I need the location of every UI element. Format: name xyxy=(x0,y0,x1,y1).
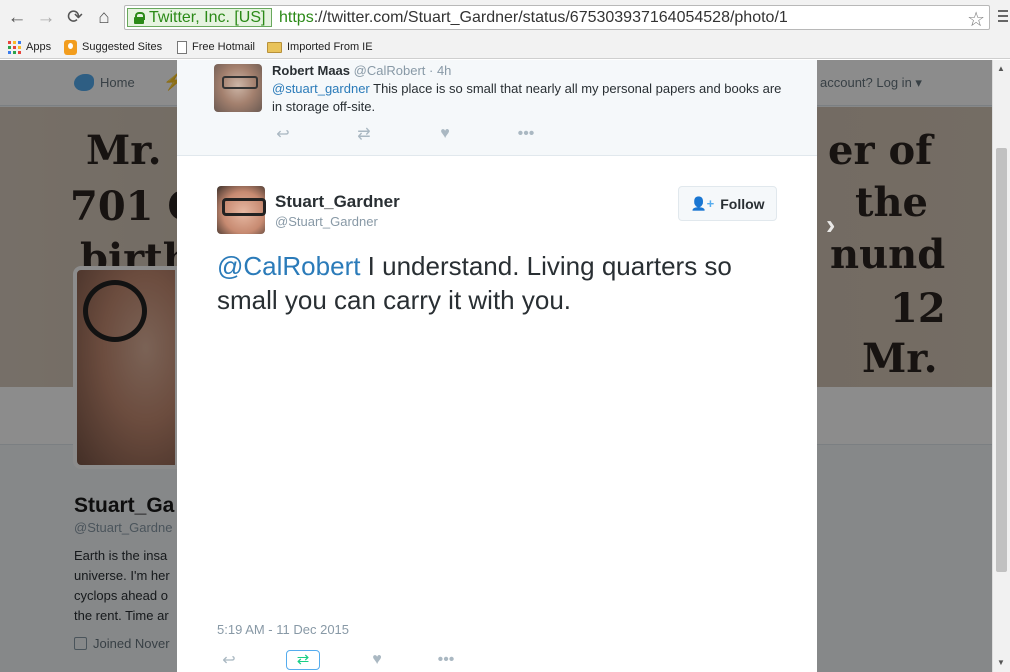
bookmark-label: Free Hotmail xyxy=(192,41,255,53)
folder-icon xyxy=(267,41,282,53)
scroll-down-icon[interactable]: ▼ xyxy=(997,658,1005,667)
like-icon[interactable]: ♥ xyxy=(365,651,389,669)
reply-icon[interactable]: ↩ xyxy=(271,124,295,144)
browser-toolbar: ← → ⟳ ⌂ Twitter, Inc. [US] https://twitt… xyxy=(0,0,1010,36)
lock-icon xyxy=(134,11,145,24)
reply-time[interactable]: · 4h xyxy=(429,63,451,78)
bookmark-label: Suggested Sites xyxy=(82,41,163,53)
scrollbar-thumb[interactable] xyxy=(996,148,1007,572)
back-icon[interactable]: ← xyxy=(5,6,29,30)
bookmark-apps[interactable]: Apps xyxy=(8,39,51,55)
bookmark-suggested-sites[interactable]: Suggested Sites xyxy=(64,39,162,55)
reply-mention-link[interactable]: @stuart_gardner xyxy=(272,81,370,96)
bookmark-imported-from-ie[interactable]: Imported From IE xyxy=(267,39,373,55)
page-scrollbar[interactable]: ▲ ▼ xyxy=(992,60,1010,672)
reply-author-name[interactable]: Robert Maas xyxy=(272,63,350,78)
bulb-icon xyxy=(64,39,77,55)
url-text[interactable]: https://twitter.com/Stuart_Gardner/statu… xyxy=(279,9,788,27)
follow-button[interactable]: 👤+ Follow xyxy=(678,186,777,221)
reply-avatar[interactable] xyxy=(214,64,262,112)
page-icon xyxy=(177,40,187,54)
bookmark-label: Imported From IE xyxy=(287,41,373,53)
home-icon[interactable]: ⌂ xyxy=(92,6,116,30)
tweet-modal: Robert Maas @CalRobert · 4h @stuart_gard… xyxy=(177,60,817,672)
like-icon[interactable]: ♥ xyxy=(433,125,457,143)
reply-text: @stuart_gardner This place is so small t… xyxy=(272,81,782,114)
forward-icon[interactable]: → xyxy=(34,6,58,30)
author-name[interactable]: Stuart_Gardner xyxy=(275,192,400,212)
tweet-mention-link[interactable]: @CalRobert xyxy=(217,251,360,281)
reply-header: Robert Maas @CalRobert · 4h xyxy=(272,63,451,78)
follow-label: Follow xyxy=(720,195,765,212)
chrome-menu-icon[interactable] xyxy=(998,10,1008,24)
reply-author-handle[interactable]: @CalRobert xyxy=(354,63,426,78)
bookmark-free-hotmail[interactable]: Free Hotmail xyxy=(177,39,255,55)
scroll-up-icon[interactable]: ▲ xyxy=(997,64,1005,73)
follow-user-icon: 👤+ xyxy=(690,195,715,211)
reload-icon[interactable]: ⟳ xyxy=(63,6,87,30)
author-handle[interactable]: @Stuart_Gardner xyxy=(275,214,378,229)
apps-icon xyxy=(8,40,21,54)
ev-certificate-badge[interactable]: Twitter, Inc. [US] xyxy=(127,8,273,27)
retweet-icon[interactable]: ⇄ xyxy=(352,124,376,144)
address-bar[interactable]: Twitter, Inc. [US] https://twitter.com/S… xyxy=(124,5,990,32)
reply-icon[interactable]: ↩ xyxy=(217,650,241,670)
reply-actions: ↩ ⇄ ♥ ••• xyxy=(271,124,538,144)
more-icon[interactable]: ••• xyxy=(434,651,458,669)
tweet-timestamp[interactable]: 5:19 AM - 11 Dec 2015 xyxy=(217,622,349,637)
bookmark-star-icon[interactable]: ☆ xyxy=(967,7,985,32)
bookmarks-bar: Apps Suggested Sites Free Hotmail Import… xyxy=(0,36,1010,59)
more-icon[interactable]: ••• xyxy=(514,125,538,143)
next-photo-arrow-icon[interactable]: › xyxy=(826,209,835,241)
tweet-actions: ↩ ⇄ ♥ ••• xyxy=(217,650,458,670)
author-avatar[interactable] xyxy=(217,186,266,234)
ancestor-tweet[interactable]: Robert Maas @CalRobert · 4h @stuart_gard… xyxy=(177,60,817,156)
tweet-text: @CalRobert I understand. Living quarters… xyxy=(217,251,732,315)
bookmark-label: Apps xyxy=(26,41,52,53)
retweet-icon[interactable]: ⇄ xyxy=(286,650,320,670)
ev-badge-label: Twitter, Inc. [US] xyxy=(149,9,266,26)
